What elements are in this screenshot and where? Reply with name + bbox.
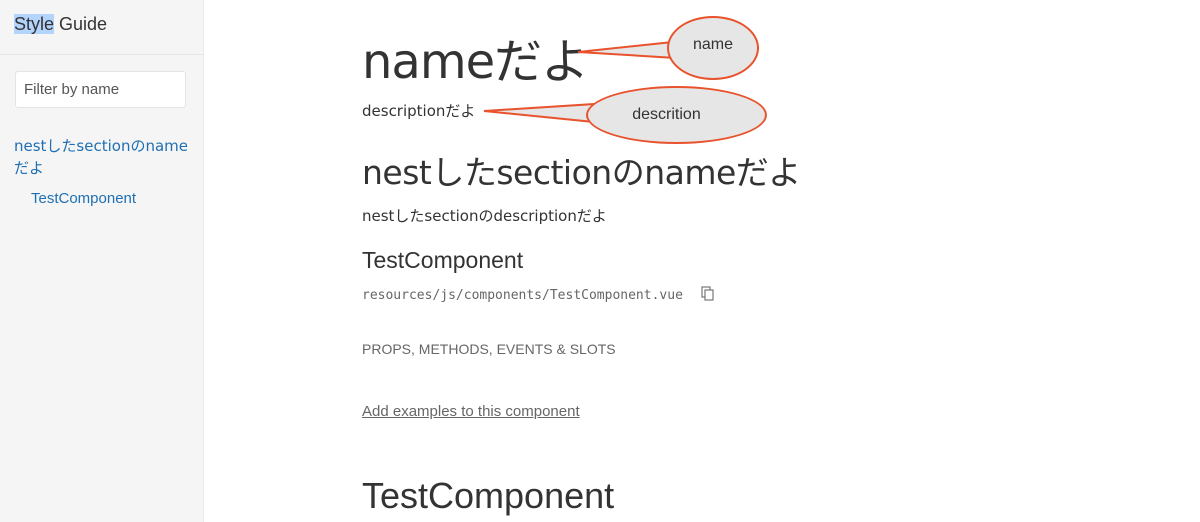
nested-section-description: nestしたsectionのdescriptionだよ [362, 207, 607, 225]
next-component-title: TestComponent [362, 475, 615, 516]
sidebar-item-nested-section[interactable]: nestしたsectionのnameだよ [14, 135, 200, 179]
filter-input[interactable] [15, 71, 186, 108]
description-annotation-callout: descrition [586, 86, 767, 144]
component-path: resources/js/components/TestComponent.vu… [362, 288, 683, 303]
sidebar: Style Guide nestしたsectionのnameだよ TestCom… [0, 0, 204, 522]
name-annotation-callout: name [667, 16, 759, 80]
logo-rest: Guide [54, 14, 108, 34]
app-logo[interactable]: Style Guide [14, 14, 107, 35]
add-examples-link[interactable]: Add examples to this component [362, 403, 580, 420]
logo-highlighted-word: Style [14, 14, 55, 34]
section-title: nameだよ [362, 34, 589, 90]
component-title: TestComponent [362, 247, 524, 273]
main-content: nameだよ descriptionだよ nestしたsectionのnameだ… [362, 0, 1182, 522]
sidebar-item-testcomponent[interactable]: TestComponent [31, 188, 136, 210]
copy-icon[interactable] [701, 286, 715, 302]
section-description: descriptionだよ [362, 102, 476, 120]
props-methods-heading[interactable]: PROPS, METHODS, EVENTS & SLOTS [362, 341, 616, 357]
sidebar-divider [0, 54, 204, 55]
nested-section-title: nestしたsectionのnameだよ [362, 153, 801, 192]
